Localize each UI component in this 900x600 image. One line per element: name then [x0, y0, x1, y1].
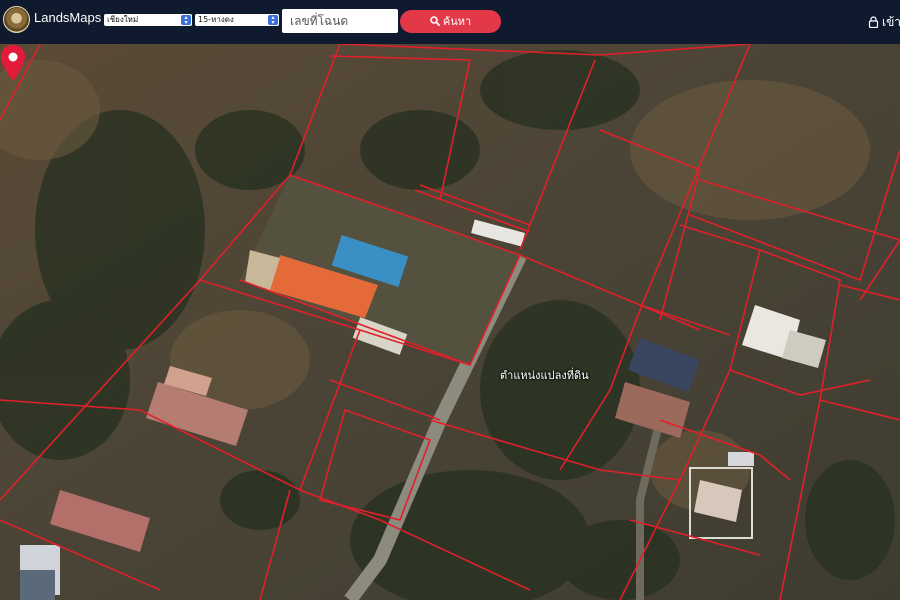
search-icon: [430, 16, 440, 26]
district-select[interactable]: 15-หางดง ▴ ▾: [195, 14, 279, 26]
search-button-label: ค้นหา: [442, 15, 472, 28]
emblem-logo-icon[interactable]: [3, 6, 30, 33]
satellite-imagery: [0, 44, 900, 600]
top-navigation-bar: LandsMaps เชียงใหม่ ▴▾ 15-หางดง ▴▾ ค้นหา…: [0, 0, 900, 44]
province-select[interactable]: เชียงใหม่ ▴ ▾: [104, 14, 192, 26]
brand-name[interactable]: LandsMaps: [34, 10, 101, 25]
parcel-location-label: ตำแหน่งแปลงที่ดิน: [500, 369, 589, 382]
map-pin-icon[interactable]: [0, 44, 26, 82]
select-arrows-icon: ▴ ▾: [181, 15, 191, 26]
select-arrows-icon: ▴ ▾: [268, 15, 278, 26]
province-select-value: เชียงใหม่: [107, 15, 139, 24]
deed-number-input[interactable]: [282, 9, 398, 33]
search-button[interactable]: ค้นหา: [400, 10, 501, 33]
login-label: เข้าสู่: [882, 15, 900, 29]
lock-icon: [868, 16, 879, 28]
district-select-value: 15-หางดง: [198, 15, 234, 24]
login-link[interactable]: เข้าสู่: [868, 13, 900, 32]
satellite-map[interactable]: ตำแหน่งแปลงที่ดิน: [0, 44, 900, 600]
